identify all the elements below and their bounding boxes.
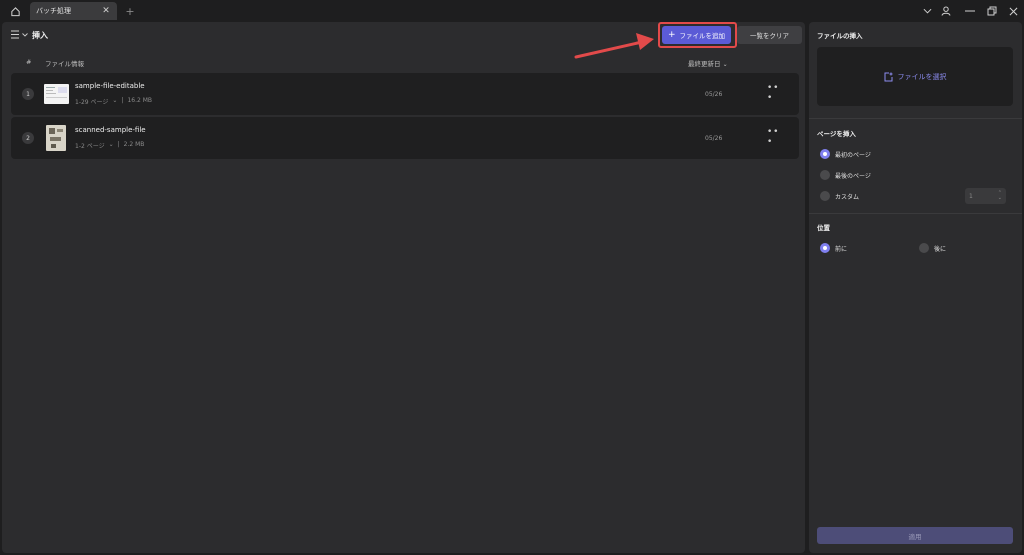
add-file-icon: [884, 72, 892, 81]
file-name: scanned-sample-file: [75, 126, 146, 134]
main-panel: 挿入 + ファイルを追加 一覧をクリア # ファイル情報 最終更新日 ⌄ 1 s…: [2, 22, 805, 553]
column-header-file-info: ファイル情報: [45, 60, 84, 68]
more-options-icon[interactable]: • • •: [767, 83, 783, 103]
separator: |: [121, 97, 124, 104]
divider: [809, 118, 1022, 119]
minimize-icon[interactable]: [962, 3, 978, 19]
divider: [809, 213, 1022, 214]
chevron-down-icon: ⌄: [722, 61, 728, 68]
radio-custom[interactable]: カスタム: [820, 191, 859, 201]
more-options-icon[interactable]: • • •: [767, 127, 783, 147]
annotation-arrow-icon: [574, 33, 654, 59]
column-header-last-modified[interactable]: 最終更新日 ⌄: [688, 58, 728, 68]
insert-page-title: ページを挿入: [817, 130, 856, 138]
insert-file-title: ファイルの挿入: [817, 32, 863, 40]
radio-before[interactable]: 前に: [820, 243, 847, 253]
file-meta: 1-2 ページ ⌄ | 2.2 MB: [75, 141, 144, 150]
chevron-down-icon[interactable]: [919, 3, 935, 19]
file-size: 2.2 MB: [123, 141, 145, 148]
file-size: 16.2 MB: [127, 97, 153, 104]
file-date: 05/26: [705, 135, 723, 142]
page-range[interactable]: 1-2 ページ: [75, 141, 105, 150]
column-header-last-modified-label: 最終更新日: [688, 60, 721, 68]
file-thumbnail: [44, 84, 69, 104]
radio-label: 前に: [835, 245, 848, 253]
menu-icon[interactable]: [11, 30, 28, 39]
clear-list-button[interactable]: 一覧をクリア: [737, 26, 802, 44]
home-icon[interactable]: [6, 3, 24, 19]
file-name: sample-file-editable: [75, 82, 145, 90]
radio-dot: [820, 243, 830, 253]
file-row[interactable]: 2 scanned-sample-file 1-2 ページ ⌄ | 2.2 MB…: [11, 117, 799, 159]
tab-batch-processing[interactable]: バッチ処理 ✕: [30, 2, 117, 20]
radio-label: 最後のページ: [835, 172, 871, 180]
column-header-hash: #: [26, 58, 32, 66]
file-thumbnail: [46, 125, 66, 151]
position-title: 位置: [817, 224, 830, 232]
radio-after[interactable]: 後に: [919, 243, 946, 253]
chevron-down-icon: ⌄: [108, 141, 114, 148]
plus-icon[interactable]: +: [123, 3, 137, 19]
radio-last-page[interactable]: 最後のページ: [820, 170, 871, 180]
apply-button[interactable]: 適用: [817, 527, 1013, 544]
radio-dot: [820, 191, 830, 201]
close-icon[interactable]: [1005, 3, 1021, 19]
radio-dot: [820, 170, 830, 180]
radio-label: 後に: [934, 245, 947, 253]
custom-page-stepper[interactable]: 1 ⌃ ⌄: [965, 188, 1006, 204]
tab-title: バッチ処理: [36, 7, 71, 15]
radio-dot: [919, 243, 929, 253]
select-file-dropzone[interactable]: ファイルを選択: [817, 47, 1013, 106]
user-icon[interactable]: [938, 3, 954, 19]
side-panel: ファイルの挿入 ファイルを選択 ページを挿入 最初のページ 最後のページ カスタ…: [809, 22, 1022, 553]
file-row[interactable]: 1 sample-file-editable 1-29 ページ ⌄ | 16.2…: [11, 73, 799, 115]
radio-dot: [820, 149, 830, 159]
radio-first-page[interactable]: 最初のページ: [820, 149, 871, 159]
radio-label: 最初のページ: [835, 151, 871, 159]
chevron-down-icon: ⌄: [112, 97, 118, 104]
title-bar: バッチ処理 ✕ +: [0, 0, 1024, 22]
plus-icon: +: [667, 29, 676, 40]
separator: |: [117, 141, 120, 148]
add-files-button[interactable]: + ファイルを追加: [662, 26, 731, 44]
row-index: 2: [22, 132, 34, 144]
add-files-label: ファイルを追加: [679, 32, 726, 40]
page-title: 挿入: [32, 31, 48, 40]
select-file-label: ファイルを選択: [897, 72, 947, 81]
custom-page-value: 1: [969, 192, 973, 200]
close-icon[interactable]: ✕: [100, 4, 112, 18]
radio-label: カスタム: [835, 193, 860, 201]
file-meta: 1-29 ページ ⌄ | 16.2 MB: [75, 97, 152, 106]
page-range[interactable]: 1-29 ページ: [75, 97, 108, 106]
restore-icon[interactable]: [984, 3, 1000, 19]
row-index: 1: [22, 88, 34, 100]
file-date: 05/26: [705, 91, 723, 98]
stepper-arrows-icon[interactable]: ⌃ ⌄: [998, 191, 1002, 201]
